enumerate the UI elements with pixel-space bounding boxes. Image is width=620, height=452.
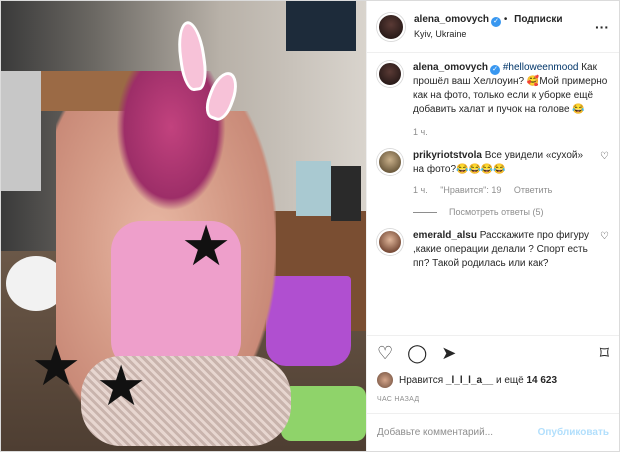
photo-fridge	[1, 71, 41, 191]
photo-bucket	[266, 276, 351, 366]
location-link[interactable]: Kyiv, Ukraine	[414, 29, 595, 39]
post-sidebar: alena_omovych ✓ • Подписки Kyiv, Ukraine …	[366, 1, 619, 451]
censor-star-icon: ★	[96, 354, 147, 419]
caption-avatar[interactable]	[377, 61, 403, 87]
comment-time: 1 ч.	[413, 185, 428, 195]
verified-badge-icon: ✓	[491, 17, 502, 27]
commenter-avatar[interactable]	[377, 149, 403, 175]
comment-item: prikyriotstvola Все увидели «сухой» на ф…	[377, 149, 609, 197]
more-icon[interactable]: ···	[595, 19, 609, 35]
liker-username[interactable]: _l_l_l_a__	[446, 375, 493, 386]
likes-count[interactable]: 14 623	[526, 375, 557, 386]
comments-list: alena_omovych ✓ #helloweenmood Как прошёл…	[367, 53, 619, 335]
view-replies-label[interactable]: Посмотреть ответы (5)	[449, 207, 544, 217]
liker-avatar	[377, 372, 393, 388]
commenter-avatar[interactable]	[377, 229, 403, 255]
reply-button[interactable]: Ответить	[514, 185, 552, 195]
comment-item: emerald_alsu Расскажите про фигуру ,каки…	[377, 229, 609, 271]
comment-icon[interactable]: ◯	[407, 345, 427, 363]
divider	[413, 211, 437, 213]
post-time: ЧАС НАЗАД	[377, 396, 420, 403]
comment-username[interactable]: prikyriotstvola	[413, 150, 482, 161]
post-photo[interactable]: ★ ★ ★	[1, 1, 366, 451]
avatar[interactable]	[377, 12, 405, 41]
bunny-ears	[174, 19, 243, 124]
bookmark-icon[interactable]: ⌑	[600, 345, 609, 363]
comment-likes[interactable]: "Нравится": 19	[440, 185, 501, 195]
likes-summary[interactable]: Нравится _l_l_l_a__ и ещё 14 623	[377, 372, 609, 388]
post-header: alena_omovych ✓ • Подписки Kyiv, Ukraine …	[367, 1, 619, 53]
like-comment-icon[interactable]: ♡	[600, 151, 609, 197]
censor-star-icon: ★	[31, 334, 82, 399]
comment-username[interactable]: emerald_alsu	[413, 230, 477, 241]
comment-input[interactable]	[377, 427, 538, 438]
photo-towel	[281, 386, 366, 441]
follow-button[interactable]: Подписки	[514, 14, 562, 25]
caption-time: 1 ч.	[413, 127, 428, 137]
like-comment-icon[interactable]: ♡	[600, 231, 609, 271]
photo-tv	[286, 1, 356, 51]
header-username[interactable]: alena_omovych	[414, 14, 489, 25]
post-actions: ♡ ◯ ➤ ⌑ Нравится _l_l_l_a__ и ещё 14 623…	[367, 335, 619, 403]
header-meta: alena_omovych ✓ • Подписки Kyiv, Ukraine	[414, 14, 595, 39]
caption-username[interactable]: alena_omovych	[413, 62, 488, 73]
photo-bag	[296, 161, 331, 216]
view-replies[interactable]: Посмотреть ответы (5)	[413, 207, 609, 217]
verified-badge-icon: ✓	[490, 65, 501, 75]
instagram-post: ★ ★ ★ alena_omovych ✓ • Подписки Kyiv, Uk…	[0, 0, 620, 452]
heart-icon[interactable]: ♡	[377, 345, 393, 363]
add-comment-bar: Опубликовать	[367, 413, 619, 451]
share-icon[interactable]: ➤	[441, 345, 456, 363]
publish-button[interactable]: Опубликовать	[538, 427, 609, 438]
photo-bag-dark	[331, 166, 361, 221]
caption: alena_omovych ✓ #helloweenmood Как прошёл…	[377, 61, 609, 139]
censor-star-icon: ★	[181, 214, 232, 279]
caption-hashtag[interactable]: #helloweenmood	[503, 62, 579, 73]
